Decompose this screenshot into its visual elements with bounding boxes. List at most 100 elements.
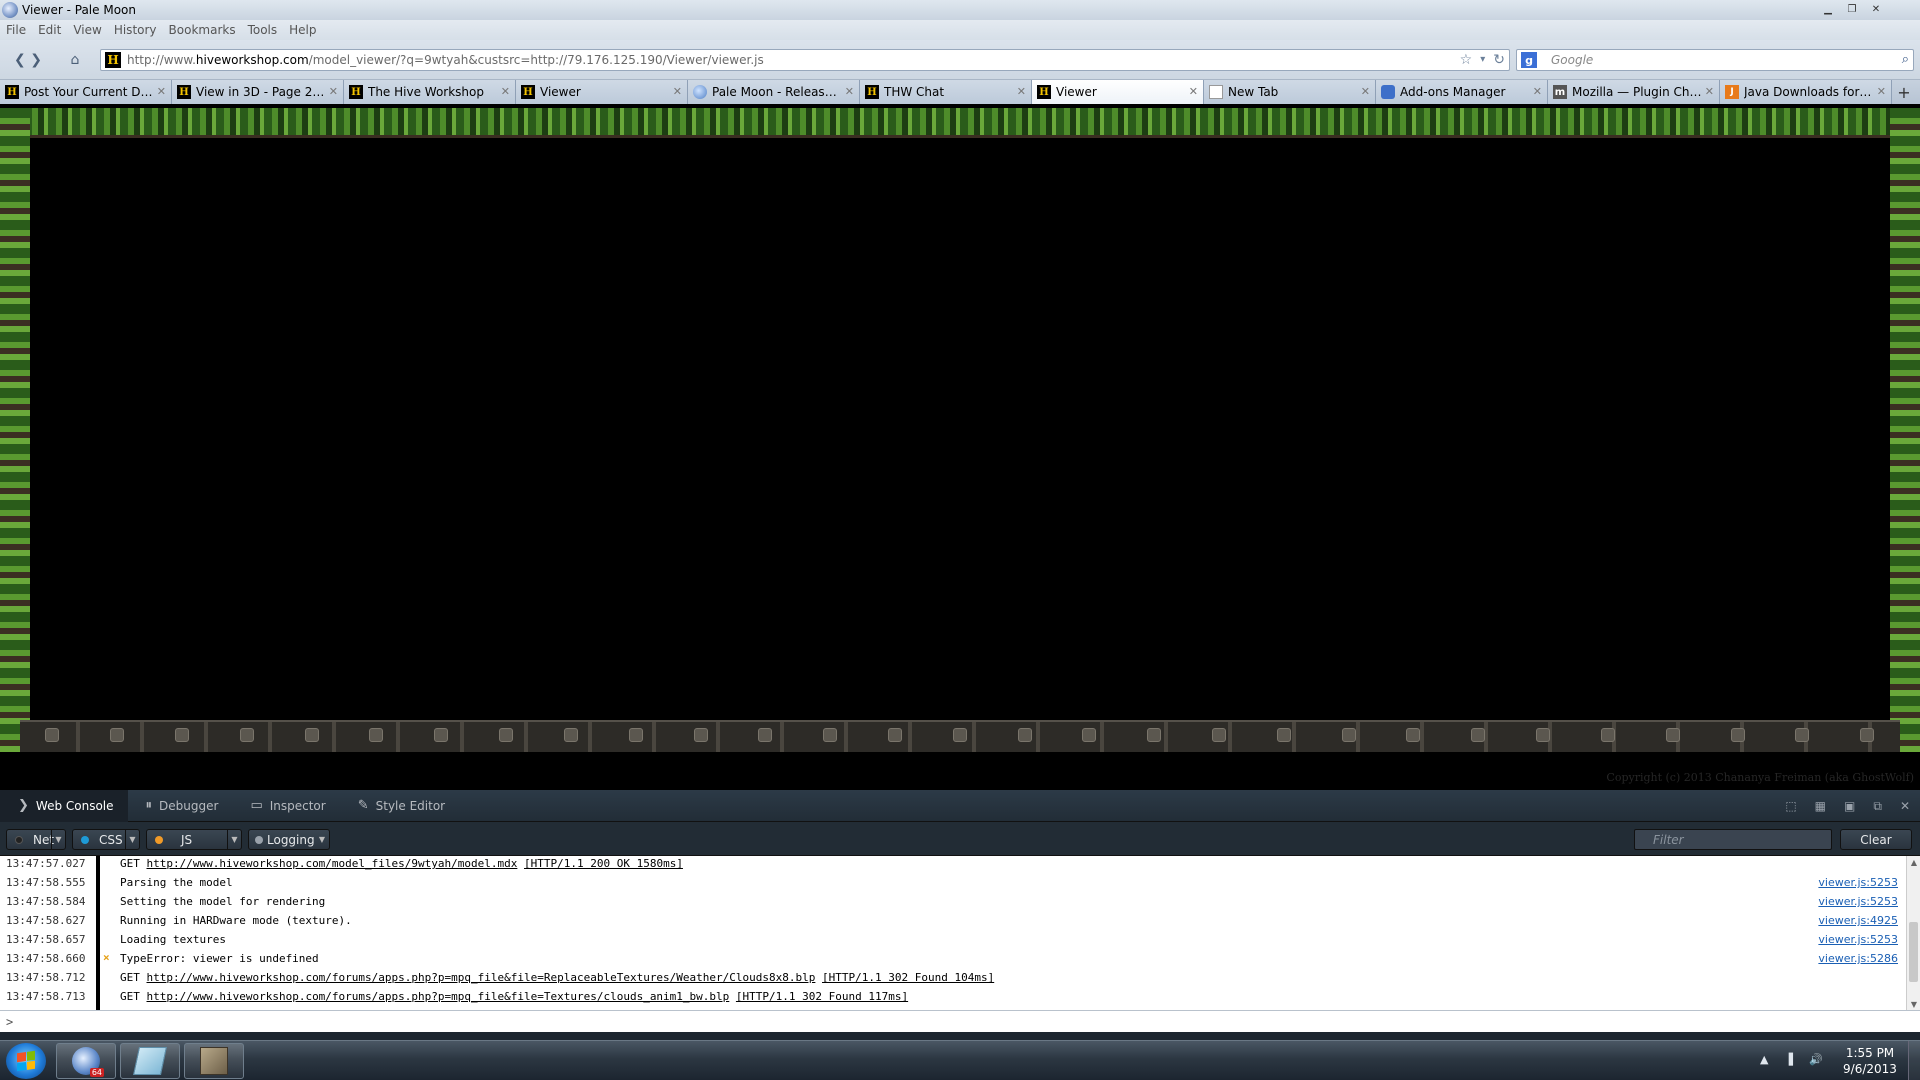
browser-tab[interactable]: Pale Moon - Release N... ✕ xyxy=(688,80,860,104)
browser-tab[interactable]: H Viewer ✕ xyxy=(1032,80,1204,104)
filter-css[interactable]: CSS ▼ xyxy=(72,829,140,850)
filter-input[interactable]: Filter xyxy=(1634,829,1832,850)
system-tray: ▲ ▐ 🔊 xyxy=(1760,1053,1823,1066)
search-bar[interactable]: g Google ⌕ xyxy=(1516,49,1914,71)
chevron-down-icon[interactable]: ▼ xyxy=(125,830,139,849)
tab-close-icon[interactable]: ✕ xyxy=(157,85,166,98)
grid-icon[interactable]: ▦ xyxy=(1815,799,1826,814)
browser-tab[interactable]: H Viewer ✕ xyxy=(516,80,688,104)
forward-icon[interactable]: ❯ xyxy=(30,52,42,68)
tab-web-console[interactable]: ❯ Web Console xyxy=(0,789,128,822)
dropdown-icon[interactable]: ▾ xyxy=(1480,52,1485,68)
browser-tab[interactable]: J Java Downloads for All...✕ xyxy=(1720,80,1892,104)
tab-close-icon[interactable]: ✕ xyxy=(329,85,338,98)
browser-tab[interactable]: H View in 3D - Page 2 - T...✕ xyxy=(172,80,344,104)
back-icon[interactable]: ❮ xyxy=(14,52,26,68)
hive-favicon-icon: H xyxy=(865,85,879,99)
source-location-link[interactable]: viewer.js:5253 xyxy=(1818,895,1898,908)
google-search-engine-icon[interactable]: g xyxy=(1521,52,1537,68)
browser-tab[interactable]: H The Hive Workshop ✕ xyxy=(344,80,516,104)
source-location-link[interactable]: viewer.js:5286 xyxy=(1818,952,1898,965)
browser-tab[interactable]: H Post Your Current Des... ✕ xyxy=(0,80,172,104)
model-viewer-canvas[interactable] xyxy=(30,141,1890,720)
browser-tab[interactable]: New Tab ✕ xyxy=(1204,80,1376,104)
tab-close-icon[interactable]: ✕ xyxy=(1705,85,1714,98)
show-desktop-button[interactable] xyxy=(1908,1041,1920,1080)
source-location-link[interactable]: viewer.js:5253 xyxy=(1818,933,1898,946)
search-icon[interactable]: ⌕ xyxy=(1902,52,1909,67)
tab-debugger[interactable]: ⏸ Debugger xyxy=(128,790,233,822)
tab-inspector[interactable]: ▭ Inspector xyxy=(232,790,339,822)
scroll-down-icon[interactable]: ▼ xyxy=(1907,998,1920,1010)
start-button[interactable] xyxy=(6,1043,46,1079)
bookmark-star-icon[interactable]: ☆ xyxy=(1460,52,1473,68)
tab-close-icon[interactable]: ✕ xyxy=(673,85,682,98)
browser-tab[interactable]: m Mozilla — Plugin Chec... ✕ xyxy=(1548,80,1720,104)
devtools-close-icon[interactable]: ✕ xyxy=(1900,799,1910,814)
request-url-link[interactable]: http://www.hiveworkshop.com/forums/apps.… xyxy=(147,971,816,984)
scroll-thumb[interactable] xyxy=(1909,922,1918,982)
tab-close-icon[interactable]: ✕ xyxy=(1533,85,1542,98)
tab-close-icon[interactable]: ✕ xyxy=(845,85,854,98)
notepad-icon xyxy=(133,1047,167,1075)
scroll-up-icon[interactable]: ▲ xyxy=(1907,856,1920,868)
chevron-down-icon[interactable]: ▼ xyxy=(315,830,329,849)
menu-bookmarks[interactable]: Bookmarks xyxy=(169,23,236,37)
taskbar: 64 ▲ ▐ 🔊 1:55 PM 9/6/2013 xyxy=(0,1040,1920,1080)
tab-close-icon[interactable]: ✕ xyxy=(1189,85,1198,98)
log-message: TypeError: viewer is undefined xyxy=(120,952,319,965)
dock-icon[interactable]: ⧉ xyxy=(1873,799,1882,814)
url-bar[interactable]: H http://www.hiveworkshop.com/model_view… xyxy=(100,49,1510,71)
chevron-down-icon[interactable]: ▼ xyxy=(227,830,241,849)
console-output[interactable]: ▲ ▼ 13:47:57.027 GET http://www.hiveworks… xyxy=(0,856,1920,1010)
clear-button[interactable]: Clear xyxy=(1840,829,1912,850)
request-url-link[interactable]: http://www.hiveworkshop.com/forums/apps.… xyxy=(147,990,730,1003)
show-hidden-icons-icon[interactable]: ▲ xyxy=(1760,1053,1768,1066)
source-location-link[interactable]: viewer.js:5253 xyxy=(1818,876,1898,889)
tab-style-editor[interactable]: ✎ Style Editor xyxy=(340,790,459,822)
close-icon[interactable]: ✕ xyxy=(1866,2,1886,16)
back-forward-buttons[interactable]: ❮ ❯ xyxy=(8,49,48,71)
filter-net[interactable]: Net ▼ xyxy=(6,829,66,850)
minimize-icon[interactable]: ▁ xyxy=(1818,2,1838,16)
tab-close-icon[interactable]: ✕ xyxy=(1877,85,1886,98)
chevron-down-icon[interactable]: ▼ xyxy=(51,830,65,849)
request-status-link[interactable]: [HTTP/1.1 302 Found 117ms] xyxy=(736,990,908,1003)
tab-close-icon[interactable]: ✕ xyxy=(501,85,510,98)
menu-view[interactable]: View xyxy=(73,23,101,37)
console-scrollbar[interactable]: ▲ ▼ xyxy=(1906,856,1920,1010)
tab-close-icon[interactable]: ✕ xyxy=(1017,85,1026,98)
browser-tab[interactable]: H THW Chat ✕ xyxy=(860,80,1032,104)
console-input[interactable]: > xyxy=(0,1010,1920,1032)
taskbar-app-pale-moon[interactable]: 64 xyxy=(56,1043,116,1079)
menu-tools[interactable]: Tools xyxy=(248,23,278,37)
responsive-icon[interactable]: ▣ xyxy=(1844,799,1855,814)
url-text[interactable]: http://www.hiveworkshop.com/model_viewer… xyxy=(127,53,764,67)
filter-logging[interactable]: Logging ▼ xyxy=(248,829,330,850)
search-placeholder: Google xyxy=(1551,53,1594,67)
request-url-link[interactable]: http://www.hiveworkshop.com/model_files/… xyxy=(147,857,518,870)
menu-help[interactable]: Help xyxy=(289,23,316,37)
network-icon[interactable]: ▐ xyxy=(1784,1053,1792,1066)
taskbar-clock[interactable]: 1:55 PM 9/6/2013 xyxy=(1830,1045,1910,1077)
taskbar-app-notepad[interactable] xyxy=(120,1043,180,1079)
menu-edit[interactable]: Edit xyxy=(38,23,61,37)
source-location-link[interactable]: viewer.js:4925 xyxy=(1818,914,1898,927)
request-status-link[interactable]: [HTTP/1.1 200 OK 1580ms] xyxy=(524,857,683,870)
volume-icon[interactable]: 🔊 xyxy=(1809,1053,1823,1066)
cube-icon[interactable]: ⬚ xyxy=(1785,799,1796,814)
request-status-link[interactable]: [HTTP/1.1 302 Found 104ms] xyxy=(822,971,994,984)
tab-close-icon[interactable]: ✕ xyxy=(1361,85,1370,98)
window-title: Viewer - Pale Moon xyxy=(22,3,136,17)
log-message: GET http://www.hiveworkshop.com/forums/a… xyxy=(120,990,909,1003)
taskbar-app-world-editor[interactable] xyxy=(184,1043,244,1079)
home-button[interactable]: ⌂ xyxy=(64,49,86,71)
console-log-row: 13:47:58.712 GET http://www.hiveworkshop.… xyxy=(0,968,1906,987)
new-tab-button[interactable]: + xyxy=(1892,80,1916,104)
browser-tab[interactable]: Add-ons Manager ✕ xyxy=(1376,80,1548,104)
filter-js[interactable]: JS ▼ xyxy=(146,829,242,850)
restore-icon[interactable]: ❐ xyxy=(1842,2,1862,16)
reload-icon[interactable]: ↻ xyxy=(1493,52,1505,68)
menu-history[interactable]: History xyxy=(114,23,157,37)
menu-file[interactable]: File xyxy=(6,23,26,37)
